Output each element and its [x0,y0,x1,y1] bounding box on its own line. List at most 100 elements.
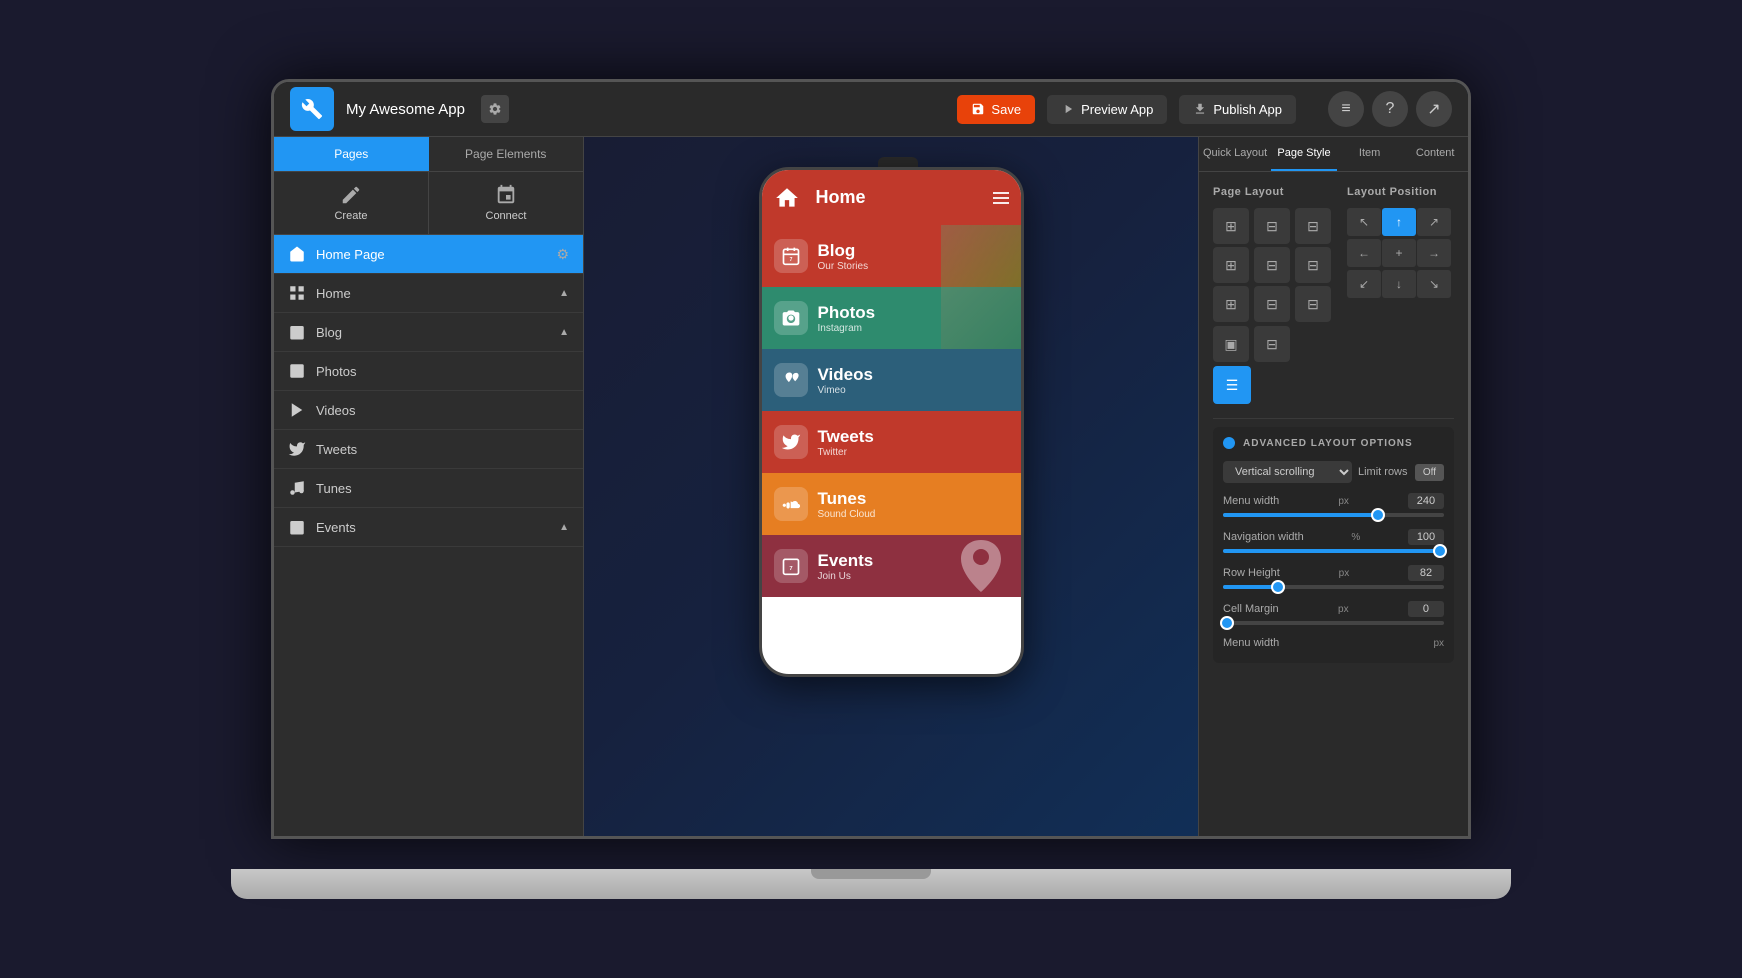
blog-bg-image [941,225,1021,287]
pos-mid-right[interactable]: → [1417,239,1451,267]
phone-photos-row[interactable]: Photos Instagram [762,287,1021,349]
pos-bot-left[interactable]: ↙ [1347,270,1381,298]
sidebar-pages: Home Page ⚙ Home ▲ [274,235,583,836]
create-action[interactable]: Create [274,172,429,234]
list-button[interactable]: ≡ [1328,91,1364,127]
layout-btn-11[interactable]: ⊟ [1254,326,1290,362]
tab-content[interactable]: Content [1402,137,1468,171]
home-page-icon [288,245,306,263]
layout-btn-active-wrap: ☰ [1213,366,1333,404]
pos-center[interactable]: + [1382,239,1416,267]
nav-width-value: 100 [1408,529,1444,545]
sidebar-item-photos[interactable]: Photos [274,352,583,391]
layout-btn-7[interactable]: ⊞ [1213,286,1249,322]
pos-top-left[interactable]: ↖ [1347,208,1381,236]
tab-quick-layout[interactable]: Quick Layout [1199,137,1271,171]
layout-btn-9[interactable]: ⊟ [1295,286,1331,322]
soundcloud-icon [781,494,801,514]
phone-events-row[interactable]: 7 Events Join Us [762,535,1021,597]
save-button[interactable]: Save [957,95,1035,124]
tab-page-style[interactable]: Page Style [1271,137,1337,171]
phone-tweets-row[interactable]: Tweets Twitter [762,411,1021,473]
phone-videos-row[interactable]: Videos Vimeo [762,349,1021,411]
home-arrow: ▲ [559,288,569,299]
row-height-track[interactable] [1223,585,1444,589]
sidebar-actions: Create Connect [274,172,583,235]
hamburger-menu[interactable] [993,192,1009,204]
publish-button[interactable]: Publish App [1179,95,1296,124]
cell-margin-value: 0 [1408,601,1444,617]
tab-item[interactable]: Item [1337,137,1403,171]
cell-margin-thumb[interactable] [1220,616,1234,630]
export-button[interactable]: ↗ [1416,91,1452,127]
help-button[interactable]: ? [1372,91,1408,127]
connect-action[interactable]: Connect [429,172,583,234]
sidebar-item-blog[interactable]: Blog ▲ [274,313,583,352]
nav-width-thumb[interactable] [1433,544,1447,558]
sidebar-item-tweets[interactable]: Tweets [274,430,583,469]
screen-bezel: My Awesome App Save [271,79,1471,839]
row-height-value: 82 [1408,565,1444,581]
publish-icon [1193,102,1207,116]
tunes-row-icon [774,487,808,521]
row-height-label: Row Height [1223,567,1280,579]
sidebar-item-home-page[interactable]: Home Page ⚙ [274,235,583,274]
tunes-icon [288,479,306,497]
menu-width-thumb[interactable] [1371,508,1385,522]
cell-margin-header: Cell Margin px 0 [1223,601,1444,617]
pos-top-center[interactable]: ↑ [1382,208,1416,236]
scroll-select[interactable]: Vertical scrolling Horizontal scrolling [1223,461,1352,483]
tab-pages[interactable]: Pages [274,137,429,171]
nav-width-header: Navigation width % 100 [1223,529,1444,545]
layout-btn-4[interactable]: ⊞ [1213,247,1249,283]
layout-btn-3[interactable]: ⊟ [1295,208,1331,244]
save-icon [971,102,985,116]
sidebar-item-home[interactable]: Home ▲ [274,274,583,313]
camera-icon [781,308,801,328]
layout-btn-8[interactable]: ⊟ [1254,286,1290,322]
tab-page-elements[interactable]: Page Elements [429,137,584,171]
publish-label: Publish App [1213,102,1282,117]
nav-width-fill [1223,549,1440,553]
preview-button[interactable]: Preview App [1047,95,1167,124]
layout-btn-2[interactable]: ⊟ [1254,208,1290,244]
blog-icon [288,323,306,341]
phone-home-icon [774,185,800,211]
settings-button[interactable] [481,95,509,123]
layout-position-title: Layout Position [1347,186,1454,198]
phone-tunes-row[interactable]: Tunes Sound Cloud [762,473,1021,535]
layout-btn-10[interactable]: ▣ [1213,326,1249,362]
menu-width2-unit: px [1433,638,1444,649]
home-page-gear[interactable]: ⚙ [556,246,569,263]
menu-width-track[interactable] [1223,513,1444,517]
sidebar-item-videos[interactable]: Videos [274,391,583,430]
pos-top-right[interactable]: ↗ [1417,208,1451,236]
sidebar-item-events[interactable]: Events ▲ [274,508,583,547]
wrench-icon [301,98,323,120]
laptop-shell: My Awesome App Save [271,79,1471,899]
pos-mid-left[interactable]: ← [1347,239,1381,267]
pos-bot-center[interactable]: ↓ [1382,270,1416,298]
cell-margin-track[interactable] [1223,621,1444,625]
nav-width-track[interactable] [1223,549,1444,553]
phone-blog-row[interactable]: 7 Blog Our Stories [762,225,1021,287]
photos-icon [288,362,306,380]
limit-rows-toggle[interactable]: Off [1415,464,1444,481]
connect-icon [495,184,517,206]
layout-position-section: Page Layout ⊞ ⊟ ⊟ ⊞ ⊟ ⊟ ⊞ [1213,186,1454,404]
screen-content: My Awesome App Save [274,82,1468,836]
events-icon [288,518,306,536]
cell-margin-row: Cell Margin px 0 [1223,601,1444,625]
row-height-thumb[interactable] [1271,580,1285,594]
layout-btn-1[interactable]: ⊞ [1213,208,1249,244]
videos-row-text: Videos Vimeo [818,365,1009,396]
layout-btn-active[interactable]: ☰ [1213,366,1251,404]
svg-text:7: 7 [789,566,792,572]
app-title: My Awesome App [346,101,465,118]
sidebar-item-tunes[interactable]: Tunes [274,469,583,508]
layout-btn-5[interactable]: ⊟ [1254,247,1290,283]
nav-width-row: Navigation width % 100 [1223,529,1444,553]
advanced-dot [1223,437,1235,449]
layout-btn-6[interactable]: ⊟ [1295,247,1331,283]
pos-bot-right[interactable]: ↘ [1417,270,1451,298]
